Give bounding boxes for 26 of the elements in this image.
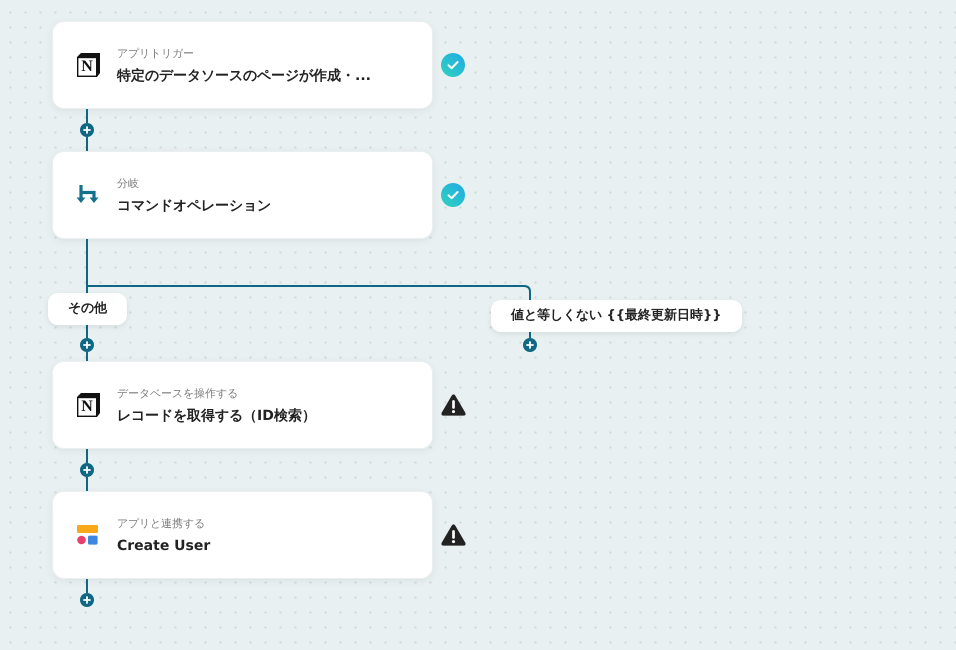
step-category: アプリと連携する <box>117 517 205 530</box>
step-category: 分岐 <box>117 177 139 190</box>
step-card[interactable]: 分岐 コマンドオペレーション <box>52 151 433 239</box>
step-card[interactable]: N データベースを操作する レコードを取得する（ID検索） <box>52 361 433 449</box>
connector-line <box>86 579 88 593</box>
plus-circle-icon[interactable] <box>80 123 94 137</box>
connector-line <box>86 449 88 463</box>
step-card[interactable]: N アプリトリガー 特定のデータソースのページが作成・... <box>52 21 433 109</box>
plus-circle-icon[interactable] <box>523 338 537 352</box>
plus-circle-icon[interactable] <box>80 338 94 352</box>
step-title: レコードを取得する（ID検索） <box>117 407 316 425</box>
connector-line <box>86 137 88 151</box>
plus-circle-icon[interactable] <box>80 593 94 607</box>
cube-logo-icon: N <box>74 391 102 419</box>
step-category: アプリトリガー <box>117 47 194 60</box>
step-category: データベースを操作する <box>117 387 238 400</box>
plus-circle-icon[interactable] <box>80 463 94 477</box>
step-card[interactable]: アプリと連携する Create User <box>52 491 433 579</box>
cube-logo-icon: N <box>74 51 102 79</box>
step-title: コマンドオペレーション <box>117 197 271 215</box>
branch-label[interactable]: その他 <box>48 293 127 325</box>
connector-line <box>86 477 88 491</box>
connector-line <box>86 109 88 123</box>
branch-label[interactable]: 値と等しくない {{最終更新日時}} <box>491 300 742 332</box>
step-title: 特定のデータソースのページが作成・... <box>117 67 371 85</box>
step-title: Create User <box>117 537 210 555</box>
